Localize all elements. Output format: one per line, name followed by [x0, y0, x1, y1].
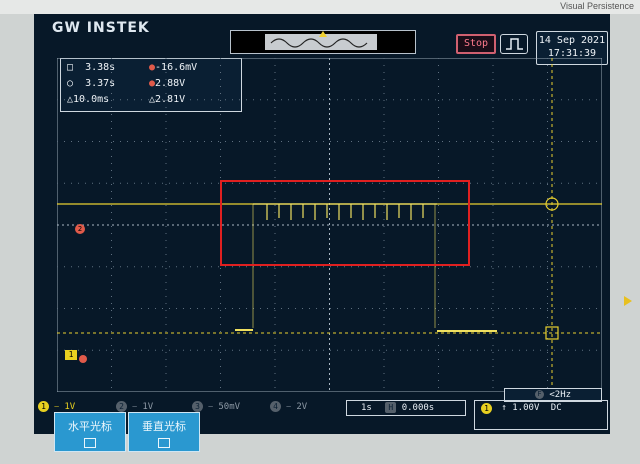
run-stop-status[interactable]: Stop: [456, 34, 496, 54]
highlight-box: [220, 180, 470, 266]
trigger-level-arrow-icon: [624, 296, 632, 306]
timebase-scale: 1s: [361, 403, 372, 413]
trigger-level: 1.00V: [512, 403, 540, 413]
cursor-icon: [158, 438, 170, 448]
timebase-box[interactable]: 1s H 0.000s: [346, 400, 466, 416]
ch1-badge: 1: [38, 401, 49, 412]
ch1-ground-marker: 1: [65, 350, 77, 360]
f-icon: F: [534, 390, 544, 399]
ch4-badge: 4: [270, 401, 281, 412]
waveform-overview: [230, 30, 416, 54]
ch2-ground-marker: 2: [75, 224, 85, 234]
date-text: 14 Sep 2021: [538, 35, 606, 46]
softkey-horizontal-cursor[interactable]: 水平光标: [54, 412, 126, 452]
softkey-horizontal-cursor-label: 水平光标: [68, 420, 112, 433]
horizontal-position-icon: H: [385, 402, 397, 413]
overview-wave-icon: [270, 31, 368, 48]
persistence-label: Visual Persistence: [560, 1, 634, 11]
trigger-slope-icon: ↑: [501, 403, 507, 413]
brand-logo: GW INSTEK: [52, 20, 150, 36]
trigger-box[interactable]: 1 ↑ 1.00V DC: [474, 400, 608, 430]
bezel-top: Visual Persistence: [0, 0, 640, 14]
softkey-vertical-cursor[interactable]: 垂直光标: [128, 412, 200, 452]
ch3-badge: 3: [192, 401, 203, 412]
scope-screen: GW INSTEK Stop 14 Sep 2021 17:31:39 □ 3.…: [34, 14, 632, 434]
cursor-icon: [84, 438, 96, 448]
top-bar: GW INSTEK Stop 14 Sep 2021 17:31:39: [34, 14, 610, 65]
trigger-source-badge: 1: [481, 403, 492, 414]
ch2-trace: [235, 329, 497, 332]
ch4-scale-status[interactable]: 4 ⎯ 2V: [270, 400, 307, 414]
trigger-coupling: DC: [550, 403, 562, 413]
softkey-vertical-cursor-label: 垂直光标: [142, 420, 186, 433]
ch1-ref-dot: [79, 355, 87, 363]
timebase-position: 0.000s: [401, 403, 435, 413]
ch2-badge: 2: [116, 401, 127, 412]
trigger-edge-icon[interactable]: [500, 34, 528, 54]
